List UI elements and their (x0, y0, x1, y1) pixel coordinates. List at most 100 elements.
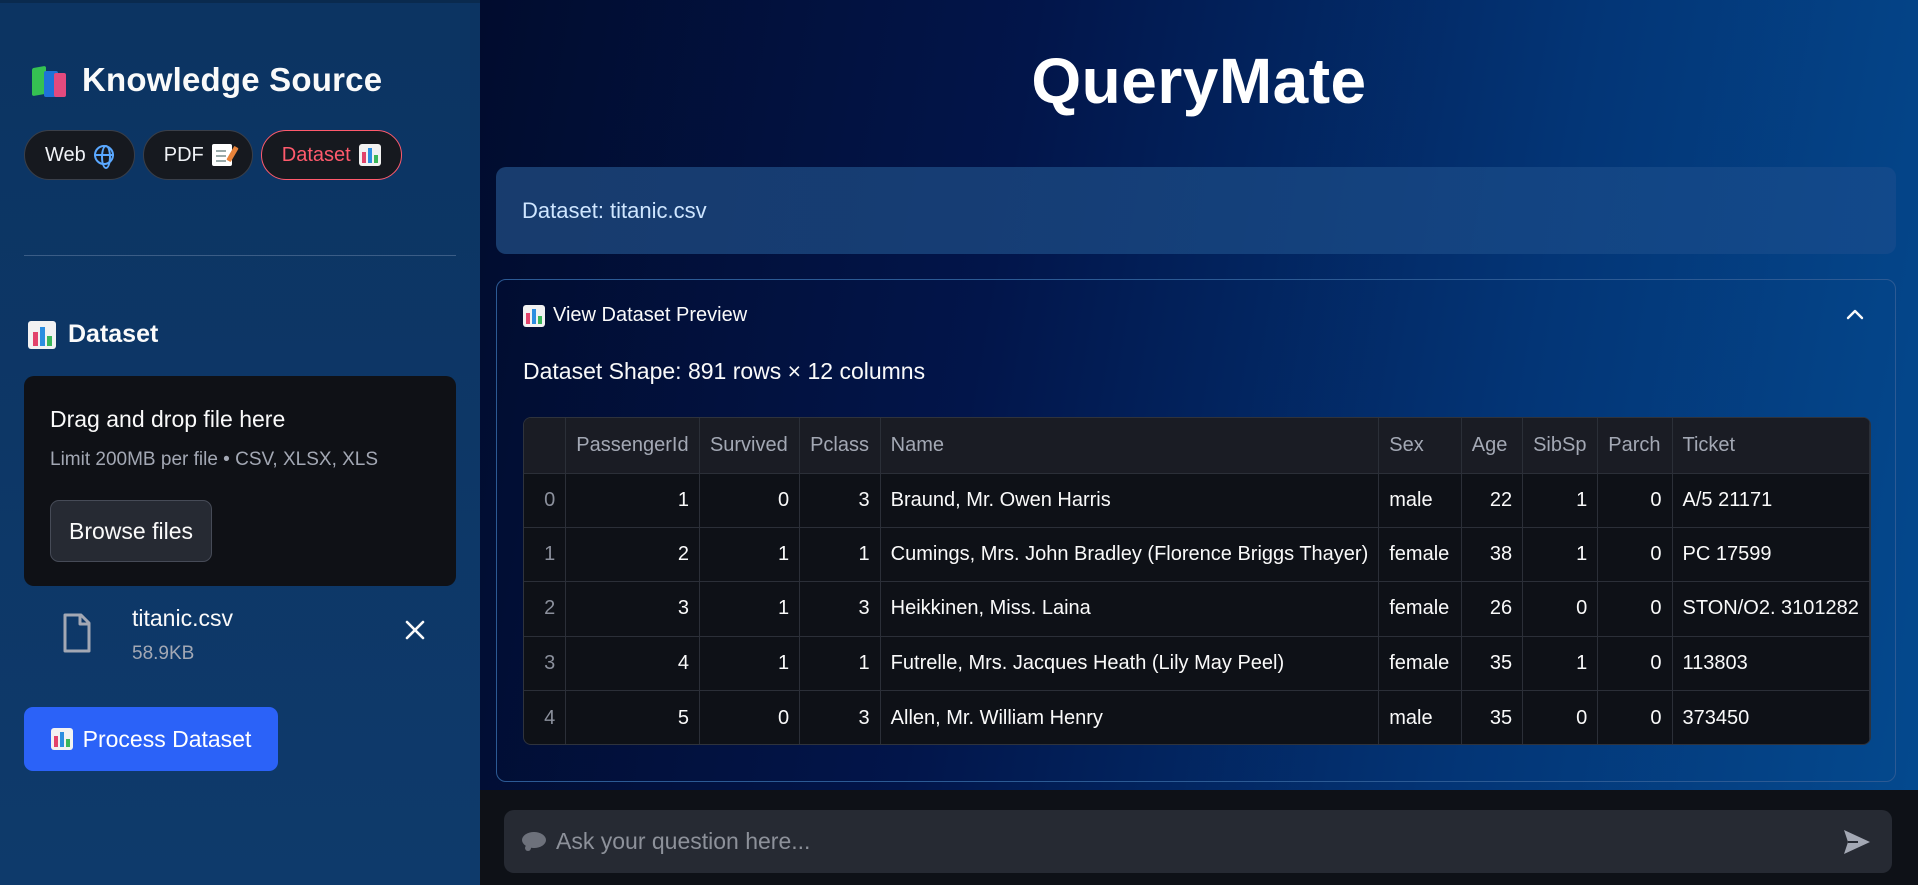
table-cell: 3 (799, 473, 881, 528)
process-dataset-button[interactable]: Process Dataset (24, 707, 278, 771)
table-cell: 35 (1461, 690, 1524, 744)
table-row: 0 1 0 3 Braund, Mr. Owen Harris male 22 … (524, 473, 1870, 528)
table-cell: Cumings, Mrs. John Bradley (Florence Bri… (880, 527, 1380, 583)
section-title-text: Dataset (68, 320, 159, 348)
column-header[interactable]: Name (880, 418, 1380, 474)
books-icon (30, 63, 70, 97)
table-cell: 5 (565, 690, 700, 744)
process-button-label: Process Dataset (82, 725, 252, 752)
table-cell: Allen, Mr. William Henry (880, 690, 1380, 744)
column-header[interactable]: SibSp (1522, 418, 1599, 474)
table-cell: female (1378, 527, 1462, 583)
dataset-section-title: Dataset (28, 320, 158, 349)
close-icon[interactable] (402, 617, 428, 643)
table-header-row: PassengerId Survived Pclass Name Sex Age… (524, 418, 1870, 474)
chat-input[interactable]: Ask your question here... (504, 810, 1892, 873)
table-row: 4 5 0 3 Allen, Mr. William Henry male 35… (524, 690, 1870, 744)
bar-chart-icon (523, 304, 545, 327)
table-row: 3 4 1 1 Futrelle, Mrs. Jacques Heath (Li… (524, 636, 1870, 692)
bar-chart-icon (50, 728, 73, 750)
page-title: QueryMate (1031, 45, 1367, 117)
table-cell: 0 (1522, 690, 1599, 744)
chevron-up-icon[interactable] (1845, 307, 1865, 321)
sidebar-divider (24, 255, 456, 256)
table-cell: 3 (799, 690, 881, 744)
table-cell: 22 (1461, 473, 1524, 528)
table-cell: male (1378, 473, 1462, 528)
sidebar: Knowledge Source Web PDF Dataset Dataset… (0, 0, 480, 885)
table-cell: 3 (799, 581, 881, 637)
table-cell: 1 (699, 527, 801, 583)
table-cell: 0 (1597, 636, 1673, 692)
table-row: 1 2 1 1 Cumings, Mrs. John Bradley (Flor… (524, 527, 1870, 583)
dataset-table[interactable]: PassengerId Survived Pclass Name Sex Age… (523, 417, 1871, 745)
source-selector: Web PDF Dataset (24, 130, 402, 180)
source-pill-label: PDF (163, 143, 204, 166)
dataset-preview-expander: View Dataset Preview Dataset Shape: 891 … (496, 279, 1896, 782)
table-cell: 0 (1597, 473, 1673, 528)
file-size: 58.9KB (132, 643, 195, 664)
table-cell: female (1378, 636, 1462, 692)
table-cell: 0 (699, 690, 801, 744)
table-cell: 1 (699, 636, 801, 692)
table-cell: 0 (1597, 690, 1673, 744)
expander-header[interactable]: View Dataset Preview (523, 304, 747, 327)
table-row: 2 3 1 3 Heikkinen, Miss. Laina female 26… (524, 581, 1870, 637)
column-header[interactable]: PassengerId (565, 418, 700, 474)
send-icon[interactable] (1842, 828, 1872, 856)
dropzone-title: Drag and drop file here (50, 406, 286, 432)
table-cell: 3 (565, 581, 700, 637)
file-icon (63, 613, 91, 653)
table-cell: 1 (699, 581, 801, 637)
table-cell: A/5 21171 (1672, 473, 1870, 528)
column-header[interactable]: Sex (1378, 418, 1462, 474)
thought-bubble-icon (522, 831, 548, 852)
table-cell: 1 (1522, 527, 1599, 583)
table-cell: 0 (1597, 581, 1673, 637)
table-cell: 113803 (1672, 636, 1870, 692)
chat-placeholder: Ask your question here... (556, 828, 811, 854)
column-header[interactable]: Pclass (799, 418, 881, 474)
sidebar-title-text: Knowledge Source (82, 61, 383, 98)
table-cell: 2 (565, 527, 700, 583)
sidebar-title: Knowledge Source (30, 61, 382, 99)
bar-chart-icon (28, 320, 56, 349)
table-cell: 1 (1522, 636, 1599, 692)
uploaded-file: titanic.csv 58.9KB (24, 599, 456, 669)
table-cell: 0 (1597, 527, 1673, 583)
bar-chart-icon (358, 144, 381, 166)
file-name: titanic.csv (132, 605, 233, 631)
dataset-shape: Dataset Shape: 891 rows × 12 columns (523, 358, 926, 384)
table-cell: female (1378, 581, 1462, 637)
dataset-info-banner: Dataset: titanic.csv (496, 167, 1896, 254)
expander-label: View Dataset Preview (553, 304, 748, 326)
table-cell: 1 (1522, 473, 1599, 528)
column-header[interactable]: Parch (1597, 418, 1673, 474)
dropzone-limit: Limit 200MB per file • CSV, XLSX, XLS (50, 449, 379, 470)
column-header-index[interactable] (524, 418, 567, 474)
chat-input-bar: Ask your question here... (480, 790, 1918, 885)
browse-files-button[interactable]: Browse files (50, 500, 212, 562)
globe-icon (93, 145, 114, 169)
table-cell: STON/O2. 3101282 (1672, 581, 1870, 637)
table-cell: 1 (799, 527, 881, 583)
source-pill-pdf[interactable]: PDF (142, 130, 253, 180)
dataset-info-text: Dataset: titanic.csv (522, 197, 707, 223)
source-pill-dataset[interactable]: Dataset (260, 130, 402, 180)
column-header[interactable]: Ticket (1672, 418, 1870, 474)
row-index: 3 (524, 636, 567, 692)
table-cell: 0 (1522, 581, 1599, 637)
table-cell: 1 (565, 473, 700, 528)
table-cell: male (1378, 690, 1462, 744)
table-cell: 26 (1461, 581, 1524, 637)
column-header[interactable]: Age (1461, 418, 1524, 474)
table-cell: Heikkinen, Miss. Laina (880, 581, 1380, 637)
row-index: 4 (524, 690, 567, 744)
table-cell: 38 (1461, 527, 1524, 583)
column-header[interactable]: Survived (699, 418, 801, 474)
file-dropzone[interactable]: Drag and drop file here Limit 200MB per … (24, 376, 456, 586)
table-cell: PC 17599 (1672, 527, 1870, 583)
source-pill-web[interactable]: Web (24, 130, 135, 180)
source-pill-label: Web (45, 143, 86, 166)
row-index: 1 (524, 527, 567, 583)
